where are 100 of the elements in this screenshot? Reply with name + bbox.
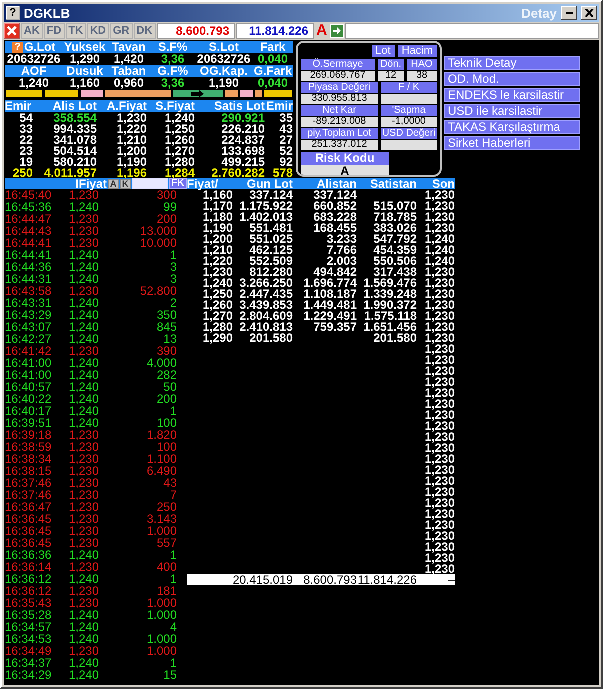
close-icon[interactable] xyxy=(4,23,20,39)
last-price-cell-text: 1,230 xyxy=(424,563,455,575)
last-price-cell-text: 1,230 xyxy=(424,343,455,355)
price-cell-text: 1,230 xyxy=(69,429,100,441)
last-price-cell-text: 1,230 xyxy=(424,486,455,498)
minimize-button[interactable] xyxy=(561,6,577,20)
time-cell-text: 16:36:45 xyxy=(5,513,53,525)
table-cell-text: 3.439.853 xyxy=(238,299,293,311)
price-cell-text: 1,240 xyxy=(69,273,100,285)
last-price-cell-text: 1,230 xyxy=(424,266,455,278)
time-cell-text: 16:41:00 xyxy=(5,357,53,369)
table-cell-text: 358.554 xyxy=(52,112,97,124)
total-cell-text: 1,196 xyxy=(116,167,147,179)
last-price-cell-text: 1,230 xyxy=(424,431,455,443)
column-header: Yuksek xyxy=(64,41,106,53)
time-cell-text: 16:44:47 xyxy=(5,213,53,225)
link-button[interactable]: USD ile karsilastir xyxy=(444,104,580,118)
tab[interactable]: Lot xyxy=(372,45,395,57)
stat-value: 3,36 xyxy=(160,77,186,89)
table-cell-text: 1.569.476 xyxy=(362,277,417,289)
column-header: Satistan xyxy=(369,178,417,190)
table-cell-text: 35 xyxy=(278,112,293,124)
link-button[interactable]: Teknik Detay xyxy=(444,56,580,70)
last-price-cell-text: 1,230 xyxy=(424,277,455,289)
price-cell-text: 1,240 xyxy=(69,333,100,345)
last-price-cell-text: 1,230 xyxy=(424,310,455,322)
filter-button[interactable]: K xyxy=(120,178,131,188)
lot-cell-text: 4.000 xyxy=(146,357,177,369)
price-cell-text: 1,240 xyxy=(69,549,100,561)
input-field[interactable] xyxy=(345,23,599,39)
stat-value: 20632726 xyxy=(6,53,62,65)
table-cell-text: 341.078 xyxy=(52,134,97,146)
column-header: Fark xyxy=(260,41,286,53)
time-cell-text: 16:41:42 xyxy=(5,345,53,357)
lot-cell-text: 1.820 xyxy=(146,429,177,441)
summary-value: – xyxy=(448,574,455,586)
help-button[interactable]: ? xyxy=(12,42,24,52)
time-cell-text: 16:43:29 xyxy=(5,309,53,321)
table-cell-text: 994.335 xyxy=(52,123,97,135)
price-cell-text: 1,230 xyxy=(69,465,100,477)
price-cell-text: 1,230 xyxy=(69,189,100,201)
lot-cell-text: 282 xyxy=(156,369,177,381)
table-cell-text: 504.514 xyxy=(52,145,97,157)
help-button[interactable]: ? xyxy=(6,6,20,20)
price-cell-text: 1,240 xyxy=(69,297,100,309)
column-header: Satis Lot xyxy=(213,100,265,112)
fk-button[interactable]: FK xyxy=(169,178,187,189)
field-label: USD Değeri xyxy=(381,128,437,139)
last-price-cell-text: 1,240 xyxy=(424,244,455,256)
lot-cell-text: 1 xyxy=(169,549,177,561)
last-price-cell-text: 1,230 xyxy=(424,442,455,454)
lot-cell-text: 181 xyxy=(156,585,177,597)
close-button[interactable] xyxy=(581,6,597,20)
column-header: G.Lot xyxy=(24,41,56,53)
table-cell-text: 499.215 xyxy=(222,156,265,168)
empty-field xyxy=(381,140,437,150)
table-cell-text: 2.003 xyxy=(326,255,357,267)
stat-value: 3,36 xyxy=(160,53,186,65)
table-cell-text: 19 xyxy=(20,156,33,168)
stat-value: 1,190 xyxy=(208,77,240,89)
table-cell-text: 3.266.250 xyxy=(238,277,293,289)
last-price-cell-text: 1,230 xyxy=(424,530,455,542)
table-cell-text: 1,280 xyxy=(202,321,233,333)
total-cell-text: 250 xyxy=(12,167,33,179)
link-button[interactable]: Sirket Haberleri xyxy=(444,136,580,150)
window-detail-label: Detay xyxy=(522,6,557,20)
column-header: S.Lot xyxy=(209,41,239,53)
field-value: -89.219.008 xyxy=(301,117,378,127)
column-header: Son xyxy=(432,178,455,190)
link-button[interactable]: ENDEKS le karsilastir xyxy=(444,88,580,102)
last-price-cell-text: 1,230 xyxy=(424,321,455,333)
filter-button[interactable]: A xyxy=(108,178,119,188)
filter-field[interactable] xyxy=(132,178,168,189)
arrow-icon[interactable] xyxy=(330,24,344,38)
table-cell-text: 1,260 xyxy=(202,299,233,311)
table-cell-text: 1.651.456 xyxy=(362,321,417,333)
table-cell-text: 337.124 xyxy=(250,189,293,201)
table-cell-text: 1,250 xyxy=(164,123,195,135)
tab[interactable]: Hacim xyxy=(398,45,437,57)
last-price-cell-text: 1,240 xyxy=(424,233,455,245)
table-cell-text: 1.990.372 xyxy=(362,299,417,311)
lot-cell-text: 1.000 xyxy=(146,525,177,537)
last-price-cell-text: 1,230 xyxy=(424,211,455,223)
link-button[interactable]: TAKAS Karşılaştırma xyxy=(444,120,580,134)
field-label: piy.Toplam Lot xyxy=(301,128,378,139)
table-cell-text: 515.070 xyxy=(372,200,417,212)
time-cell-text: 16:37:46 xyxy=(5,477,53,489)
link-button[interactable]: OD. Mod. xyxy=(444,72,580,86)
price-cell-text: 1,230 xyxy=(69,441,100,453)
summary-value: 8.600.793 xyxy=(302,574,357,586)
total-cell-text: 1,284 xyxy=(164,167,195,179)
time-cell-text: 16:35:28 xyxy=(5,609,53,621)
time-cell-text: 16:43:31 xyxy=(5,297,53,309)
table-cell-text: 23 xyxy=(18,145,33,157)
last-price-cell-text: 1,230 xyxy=(424,464,455,476)
column-header: Emir xyxy=(5,100,33,112)
window-title: DGKLB xyxy=(24,6,70,20)
column-header: S.F% xyxy=(158,41,188,53)
stat-value: 1,160 xyxy=(68,77,102,89)
table-cell-text: 1.402.013 xyxy=(238,211,293,223)
